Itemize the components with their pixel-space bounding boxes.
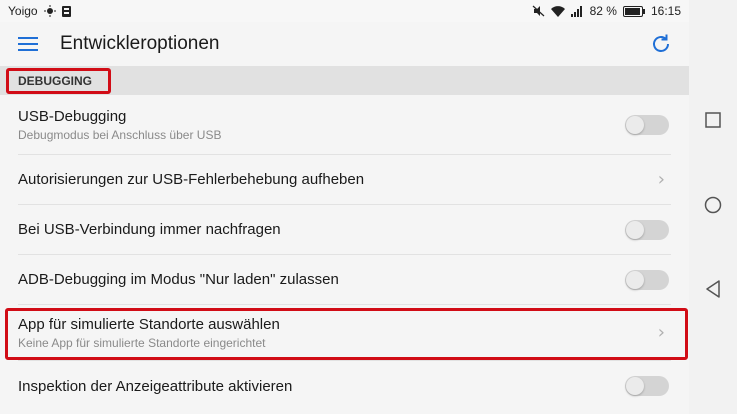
usb-always-ask-toggle[interactable] [625, 219, 669, 240]
setting-title: ADB-Debugging im Modus "Nur laden" zulas… [18, 271, 339, 288]
setting-adb-charge-only[interactable]: ADB-Debugging im Modus "Nur laden" zulas… [18, 255, 671, 305]
carrier-label: Yoigo [8, 4, 38, 18]
status-bar-right: 82 % 16:15 [532, 4, 681, 18]
section-header-debugging: DEBUGGING [0, 66, 689, 95]
setting-title: USB-Debugging [18, 107, 127, 125]
menu-icon[interactable] [18, 32, 42, 56]
brightness-icon [43, 5, 56, 17]
navigation-bar [689, 0, 737, 414]
app-toolbar: Entwickleroptionen [0, 22, 689, 66]
chevron-right-icon: › [657, 322, 665, 343]
phone-screen: Yoigo 82 % 16:15 Entwickleroptionen DEBU… [0, 0, 689, 414]
refresh-icon[interactable] [649, 32, 673, 56]
back-icon[interactable] [705, 280, 721, 298]
setting-title: Bei USB-Verbindung immer nachfragen [18, 221, 281, 238]
signal-icon [570, 5, 582, 17]
setting-revoke-usb-authorizations[interactable]: Autorisierungen zur USB-Fehlerbehebung a… [18, 155, 671, 205]
setting-subtitle: Keine App für simulierte Standorte einge… [18, 335, 266, 350]
status-bar: Yoigo 82 % 16:15 [0, 0, 689, 22]
setting-usb-debugging[interactable]: USB-Debugging Debugmodus bei Anschluss ü… [18, 95, 671, 155]
notification-app-icon [61, 5, 71, 17]
setting-title: App für simulierte Standorte auswählen [18, 315, 280, 333]
setting-view-attribute-inspection[interactable]: Inspektion der Anzeigeattribute aktivier… [18, 361, 671, 411]
battery-percent: 82 % [589, 4, 617, 18]
battery-icon [622, 5, 645, 17]
recent-apps-icon[interactable] [705, 112, 721, 128]
home-icon[interactable] [704, 196, 722, 214]
setting-usb-always-ask[interactable]: Bei USB-Verbindung immer nachfragen [18, 205, 671, 255]
clock: 16:15 [650, 4, 681, 18]
setting-subtitle: Debugmodus bei Anschluss über USB [18, 127, 222, 142]
section-label: DEBUGGING [18, 73, 93, 88]
setting-title: Inspektion der Anzeigeattribute aktivier… [18, 377, 293, 395]
chevron-right-icon: › [657, 169, 665, 190]
usb-debugging-toggle[interactable] [625, 114, 669, 135]
setting-title: Autorisierungen zur USB-Fehlerbehebung a… [18, 171, 365, 188]
adb-charge-only-toggle[interactable] [625, 269, 669, 290]
page-title: Entwickleroptionen [60, 33, 220, 54]
wifi-icon [550, 5, 565, 17]
status-bar-left: Yoigo [8, 4, 71, 18]
mute-icon [532, 5, 545, 17]
setting-mock-location-app[interactable]: App für simulierte Standorte auswählen K… [5, 305, 688, 361]
view-attribute-inspection-toggle[interactable] [625, 376, 669, 396]
